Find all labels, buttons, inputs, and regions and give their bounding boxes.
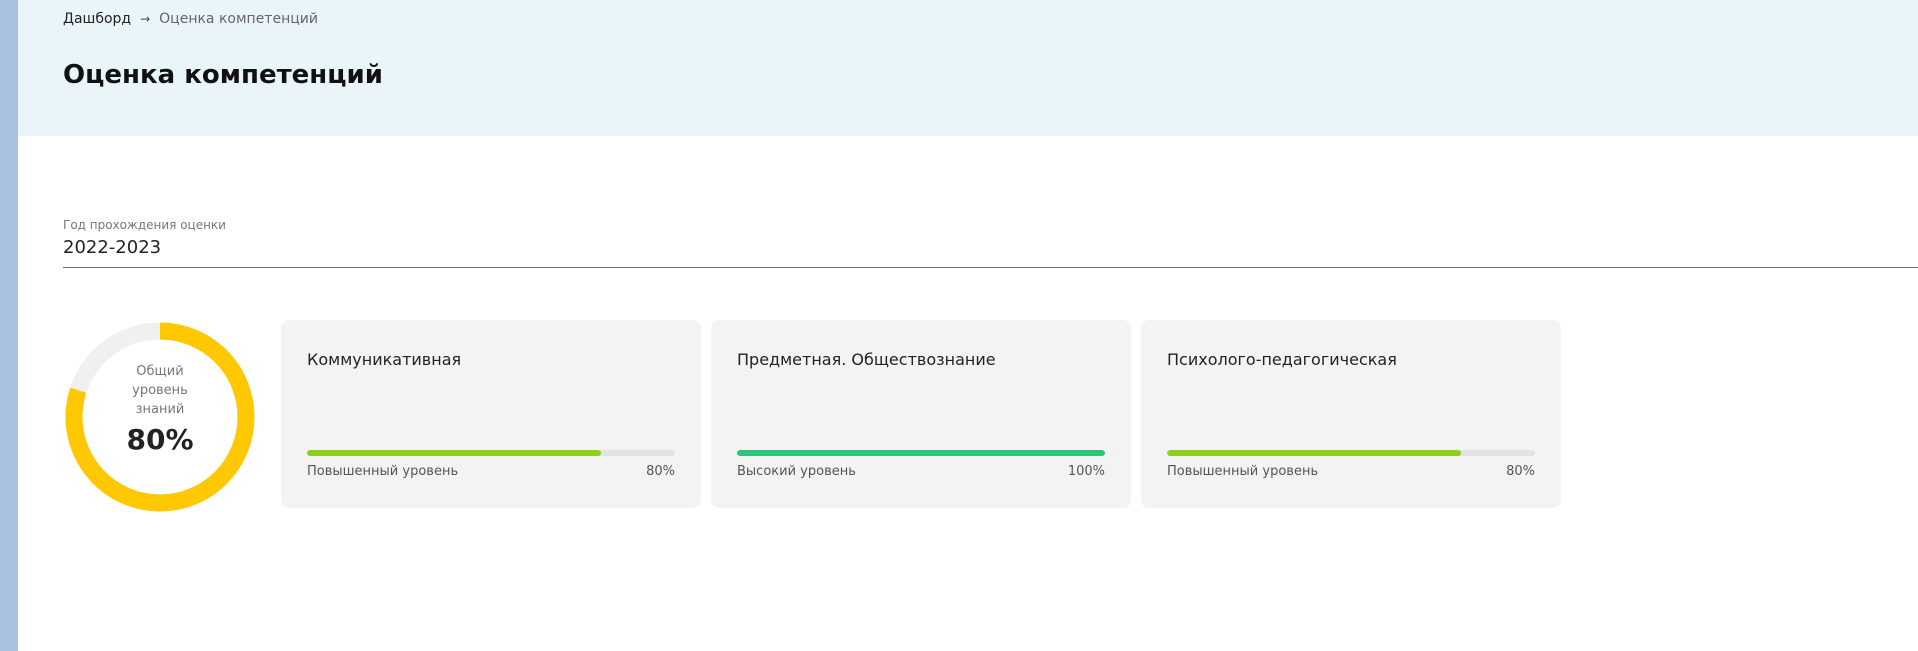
card-title: Предметная. Обществознание <box>737 350 996 369</box>
competency-card-social-studies[interactable]: Предметная. Обществознание Высокий урове… <box>711 320 1131 508</box>
overall-label-line1: Общий <box>136 364 184 379</box>
card-percent: 80% <box>1506 464 1535 479</box>
overall-value: 80% <box>126 423 194 456</box>
breadcrumb-current: Оценка компетенций <box>159 11 318 27</box>
card-progress-bar <box>1167 450 1535 456</box>
page-title: Оценка компетенций <box>63 60 383 90</box>
card-level-label: Повышенный уровень <box>307 464 459 479</box>
card-progress-fill <box>1167 450 1462 456</box>
overall-knowledge-donut: Общий уровень знаний 80% <box>63 320 257 514</box>
competency-card-psycho-pedagogical[interactable]: Психолого-педагогическая Повышенный уров… <box>1141 320 1561 508</box>
page-header: Дашборд → Оценка компетенций Оценка комп… <box>18 0 1918 136</box>
card-progress-bar <box>737 450 1105 456</box>
overall-label-line2: уровень <box>132 383 188 398</box>
card-percent: 100% <box>1067 464 1105 479</box>
assessment-year-value[interactable]: 2022-2023 <box>63 237 1918 258</box>
breadcrumb-link-dashboard[interactable]: Дашборд <box>63 11 131 27</box>
assessment-year-label: Год прохождения оценки <box>63 218 226 232</box>
assessment-year-select[interactable]: Год прохождения оценки 2022-2023 <box>63 218 1918 268</box>
card-title: Психолого-педагогическая <box>1167 350 1397 369</box>
page: Дашборд → Оценка компетенций Оценка комп… <box>18 0 1918 651</box>
donut-center-text: Общий уровень знаний 80% <box>63 362 257 456</box>
card-progress-fill <box>307 450 602 456</box>
arrow-right-icon: → <box>140 12 151 26</box>
card-level-label: Повышенный уровень <box>1167 464 1319 479</box>
competency-card-communicative[interactable]: Коммуникативная Повышенный уровень 80% <box>281 320 701 508</box>
card-progress-bar <box>307 450 675 456</box>
card-progress-fill <box>737 450 1105 456</box>
overall-label-line3: знаний <box>135 402 185 417</box>
card-percent: 80% <box>646 464 675 479</box>
card-title: Коммуникативная <box>307 350 462 369</box>
card-level-label: Высокий уровень <box>737 464 856 479</box>
breadcrumb: Дашборд → Оценка компетенций <box>63 11 318 27</box>
